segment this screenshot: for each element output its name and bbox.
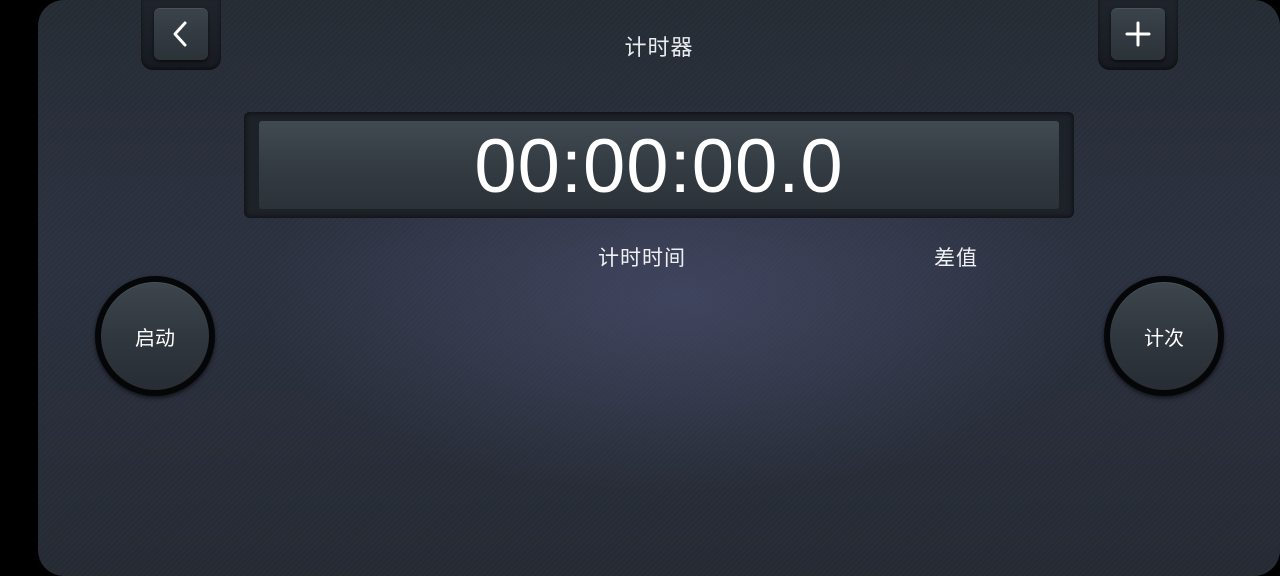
add-button-cap[interactable] — [1111, 8, 1165, 60]
column-header-timing-time: 计时时间 — [598, 246, 686, 270]
plus-icon — [1125, 21, 1151, 47]
stopwatch-screen: 计时器 00:00:00.0 计时时间 差值 启动 计次 — [38, 0, 1280, 576]
start-button[interactable]: 启动 — [95, 276, 215, 396]
add-button[interactable] — [1098, 0, 1178, 70]
start-button-label: 启动 — [101, 282, 209, 390]
time-display: 00:00:00.0 — [259, 121, 1059, 209]
elapsed-time: 00:00:00.0 — [474, 124, 844, 209]
time-display-frame: 00:00:00.0 — [244, 112, 1074, 218]
lap-button[interactable]: 计次 — [1104, 276, 1224, 396]
lap-button-label: 计次 — [1110, 282, 1218, 390]
column-header-difference: 差值 — [934, 246, 978, 270]
page-title: 计时器 — [624, 36, 694, 61]
